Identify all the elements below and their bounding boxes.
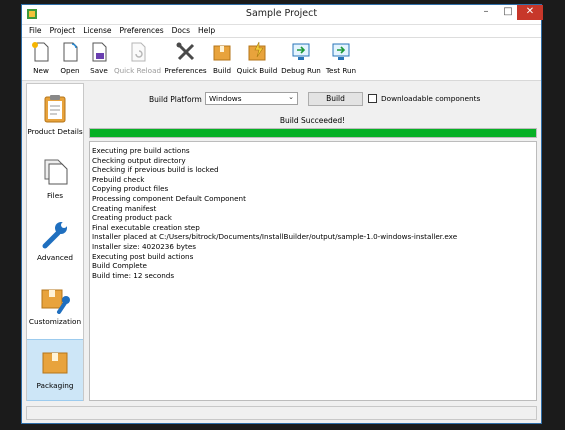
sidebar-item-packaging[interactable]: Packaging xyxy=(27,339,83,401)
box-icon xyxy=(42,352,68,374)
quick-build-label: Quick Build xyxy=(236,66,278,75)
chevron-down-icon: ⌄ xyxy=(288,93,294,101)
downloadable-components-label: Downloadable components xyxy=(381,94,481,103)
test-run-button[interactable]: Test Run xyxy=(324,38,358,75)
sidebar-item-advanced[interactable]: Advanced xyxy=(27,212,83,272)
log-line: Prebuild check xyxy=(92,174,145,184)
log-line: Installer size: 4020236 bytes xyxy=(92,241,197,251)
files-icon xyxy=(44,159,68,185)
quick-package-icon xyxy=(248,41,266,61)
menu-preferences[interactable]: Preferences xyxy=(116,25,168,37)
open-file-icon xyxy=(63,42,78,62)
test-run-label: Test Run xyxy=(325,66,357,75)
quick-reload-button[interactable]: Quick Reload xyxy=(113,38,162,75)
debug-run-label: Debug Run xyxy=(281,66,321,75)
log-line: Executing post build actions xyxy=(92,251,194,261)
package-icon xyxy=(213,45,231,61)
sidebar-label-packaging: Packaging xyxy=(36,381,74,390)
sidebar-item-customization[interactable]: Customization xyxy=(27,276,83,336)
quick-reload-label: Quick Reload xyxy=(113,66,162,75)
log-line: Build time: 12 seconds xyxy=(92,270,175,280)
open-button[interactable]: Open xyxy=(55,38,85,75)
build-status-text: Build Succeeded! xyxy=(279,116,346,125)
progress-fill xyxy=(90,129,536,137)
status-bar xyxy=(26,406,537,420)
debug-run-button[interactable]: Debug Run xyxy=(279,38,323,75)
log-line: Checking output directory xyxy=(92,155,186,165)
sidebar-item-files[interactable]: Files xyxy=(27,150,83,210)
build-platform-label: Build Platform xyxy=(149,95,202,104)
preferences-button[interactable]: Preferences xyxy=(163,38,208,75)
debug-run-icon xyxy=(292,43,310,60)
sidebar-item-product-details[interactable]: Product Details xyxy=(27,86,83,146)
build-button[interactable]: Build xyxy=(308,92,363,106)
menu-file[interactable]: File xyxy=(25,25,46,37)
window-title: Sample Project xyxy=(245,8,318,19)
save-label: Save xyxy=(90,66,108,75)
new-label: New xyxy=(33,66,49,75)
sidebar-label-product-details: Product Details xyxy=(27,127,83,136)
log-line: Installer placed at C:/Users/bitrock/Doc… xyxy=(92,232,458,242)
build-platform-select[interactable]: Windows ⌄ xyxy=(205,92,298,105)
packaging-panel: Build Platform Windows ⌄ Build Downloada… xyxy=(86,83,539,401)
build-tool-button[interactable]: Build xyxy=(209,38,235,75)
new-file-icon xyxy=(32,42,49,62)
log-line: Creating product pack xyxy=(92,213,172,223)
menu-license[interactable]: License xyxy=(79,25,115,37)
sidebar-label-advanced: Advanced xyxy=(36,253,74,262)
test-run-icon xyxy=(332,43,350,60)
wrench-icon xyxy=(42,222,67,249)
open-label: Open xyxy=(60,66,80,75)
app-window: Sample Project – □ ✕ File Project Licens… xyxy=(21,4,543,424)
quick-build-button[interactable]: Quick Build xyxy=(236,38,278,75)
title-bar[interactable]: Sample Project – □ ✕ xyxy=(22,5,543,25)
log-line: Copying product files xyxy=(92,184,169,194)
build-log[interactable]: Executing pre build actions Checking out… xyxy=(89,141,537,401)
build-tool-label: Build xyxy=(212,66,232,75)
sidebar-label-files: Files xyxy=(46,191,63,200)
preferences-label: Preferences xyxy=(164,66,207,75)
reload-icon xyxy=(131,42,145,62)
toolbar: New Open Save Quick Reload Preferences B… xyxy=(22,38,541,81)
sidebar: Product Details Files Advanced Customiza… xyxy=(26,83,84,401)
menu-help[interactable]: Help xyxy=(194,25,219,37)
build-platform-value: Windows xyxy=(209,94,242,103)
close-button[interactable]: ✕ xyxy=(517,5,543,20)
sidebar-label-customization: Customization xyxy=(28,317,82,326)
menu-docs[interactable]: Docs xyxy=(168,25,194,37)
log-line: Build Complete xyxy=(92,261,147,271)
new-button[interactable]: New xyxy=(28,38,54,75)
save-icon xyxy=(92,42,107,62)
save-button[interactable]: Save xyxy=(86,38,112,75)
log-line: Processing component Default Component xyxy=(92,193,246,203)
menu-project[interactable]: Project xyxy=(46,25,80,37)
log-line: Creating manifest xyxy=(92,203,157,213)
menu-bar: File Project License Preferences Docs He… xyxy=(22,25,541,38)
downloadable-components-checkbox[interactable] xyxy=(368,94,377,103)
minimize-button[interactable]: – xyxy=(474,5,498,20)
log-line: Executing pre build actions xyxy=(92,146,190,155)
build-progress-bar xyxy=(89,128,537,138)
log-line: Checking if previous build is locked xyxy=(92,165,219,175)
box-wrench-icon xyxy=(41,289,70,314)
clipboard-icon xyxy=(44,95,66,123)
build-controls: Build Platform Windows ⌄ Build Downloada… xyxy=(86,92,539,108)
tools-icon xyxy=(176,42,194,61)
log-line: Final executable creation step xyxy=(92,222,200,232)
